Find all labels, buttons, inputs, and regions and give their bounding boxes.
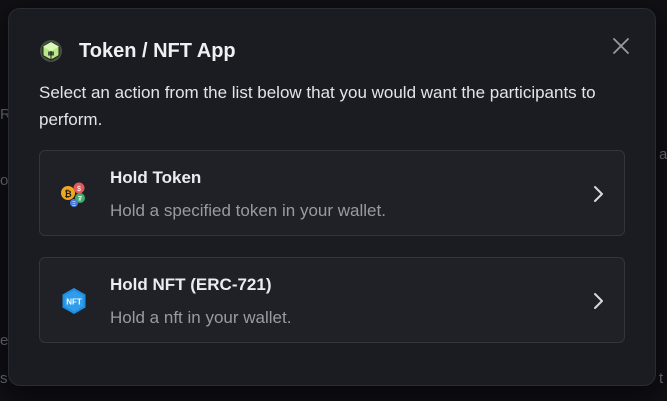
option-title: Hold NFT (ERC-721): [110, 275, 272, 294]
hold-nft-option[interactable]: NFT Hold NFT (ERC-721) Hold a nft in you…: [39, 257, 625, 343]
close-button[interactable]: [609, 34, 633, 58]
cube-icon: [39, 39, 63, 63]
svg-text:₮: ₮: [78, 196, 83, 203]
svg-text:₿: ₿: [64, 189, 71, 199]
chevron-right-icon: [590, 291, 606, 311]
modal-title: Token / NFT App: [79, 39, 236, 62]
token-nft-modal: Token / NFT App Select an action from th…: [8, 8, 656, 386]
svg-text:$: $: [77, 186, 81, 193]
chevron-right-icon: [590, 184, 606, 204]
modal-description: Select an action from the list below tha…: [39, 83, 596, 129]
background-text-fragment: a: [659, 146, 667, 163]
background-text-fragment: t: [659, 370, 664, 387]
option-title: Hold Token: [110, 168, 202, 187]
coins-icon: ₿ $ ₮ Ξ: [60, 180, 88, 208]
modal-header: Token / NFT App: [39, 39, 236, 63]
nft-hexagon-icon: NFT: [60, 287, 88, 315]
svg-text:Ξ: Ξ: [72, 202, 76, 208]
option-subtitle: Hold a nft in your wallet.: [110, 308, 292, 327]
option-subtitle: Hold a specified token in your wallet.: [110, 201, 386, 220]
hold-token-option[interactable]: ₿ $ ₮ Ξ Hold Token Hold a specified toke…: [39, 150, 625, 236]
close-icon: [613, 38, 629, 54]
background-text-fragment: s: [0, 370, 8, 387]
svg-text:NFT: NFT: [66, 298, 82, 307]
